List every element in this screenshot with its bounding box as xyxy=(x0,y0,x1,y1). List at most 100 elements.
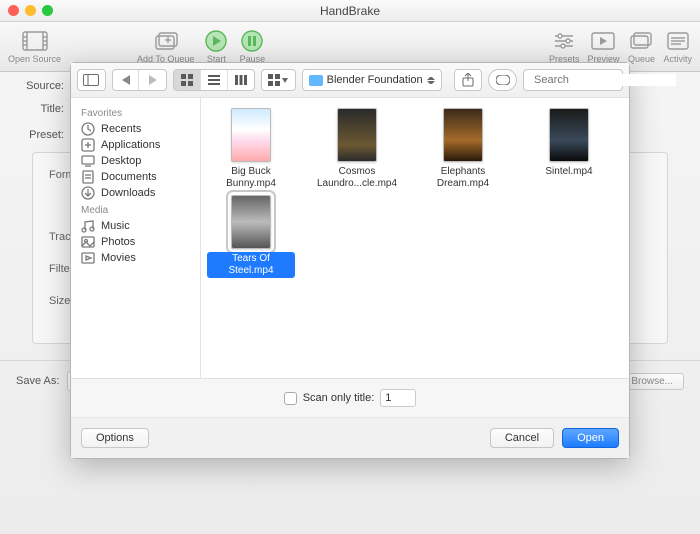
pause-button[interactable]: Pause xyxy=(238,30,266,64)
sidebar-item-label: Applications xyxy=(101,139,160,151)
group-button[interactable] xyxy=(262,70,294,90)
desktop-icon xyxy=(81,155,95,167)
file-thumbnail xyxy=(231,195,271,249)
start-button[interactable]: Start xyxy=(202,30,230,64)
photos-icon xyxy=(81,236,95,248)
window-title: HandBrake xyxy=(320,4,380,18)
sidebar-item-label: Photos xyxy=(101,236,135,248)
sidebar-item-label: Desktop xyxy=(101,155,141,167)
file-thumbnail xyxy=(443,108,483,162)
app-icon xyxy=(81,139,95,151)
file-item[interactable]: Big Buck Bunny.mp4 xyxy=(207,108,295,191)
search-field[interactable] xyxy=(523,69,623,91)
search-input[interactable] xyxy=(534,74,676,86)
title-label: Title: xyxy=(16,103,64,115)
sidebar-item-recents[interactable]: Recents xyxy=(81,121,200,137)
sidebar-item-downloads[interactable]: Downloads xyxy=(81,185,200,201)
file-item[interactable]: Sintel.mp4 xyxy=(525,108,613,191)
film-icon xyxy=(21,30,49,52)
sliders-icon xyxy=(550,30,578,52)
presets-button[interactable]: Presets xyxy=(549,30,580,64)
path-selector[interactable]: Blender Foundation xyxy=(302,69,442,91)
file-name: Cosmos Laundro...cle.mp4 xyxy=(313,165,401,191)
close-window-button[interactable] xyxy=(8,5,19,16)
add-to-queue-button[interactable]: Add To Queue xyxy=(137,30,194,64)
sidebar-item-label: Recents xyxy=(101,123,141,135)
preview-button[interactable]: Preview xyxy=(587,30,619,64)
dialog-buttons: Options Cancel Open xyxy=(71,417,629,458)
file-thumbnail xyxy=(337,108,377,162)
sidebar-item-movies[interactable]: Movies xyxy=(81,250,200,266)
sidebar-item-label: Music xyxy=(101,220,130,232)
movies-icon xyxy=(81,252,95,264)
open-source-label: Open Source xyxy=(8,54,61,64)
music-icon xyxy=(81,220,95,232)
open-source-button[interactable]: Open Source xyxy=(8,30,61,64)
file-item[interactable]: Cosmos Laundro...cle.mp4 xyxy=(313,108,401,191)
sidebar-item-music[interactable]: Music xyxy=(81,218,200,234)
sidebar: Favorites Recents Applications Desktop Docu… xyxy=(71,98,201,378)
open-button[interactable]: Open xyxy=(562,428,619,448)
dialog-toolbar: Blender Foundation xyxy=(71,63,629,98)
save-as-label: Save As: xyxy=(16,375,59,387)
nav-back-forward xyxy=(112,69,167,91)
file-name: Tears Of Steel.mp4 xyxy=(207,252,295,278)
file-grid: Big Buck Bunny.mp4 Cosmos Laundro...cle.m… xyxy=(201,98,629,378)
queue-button[interactable]: Queue xyxy=(627,30,655,64)
folder-icon xyxy=(309,75,323,86)
open-file-dialog: Blender Foundation Favorites Recents Appl… xyxy=(70,62,630,459)
list-view-button[interactable] xyxy=(201,70,228,90)
titlebar: HandBrake xyxy=(0,0,700,22)
view-mode-seg xyxy=(173,69,255,91)
sidebar-item-documents[interactable]: Documents xyxy=(81,169,200,185)
scan-only-checkbox[interactable] xyxy=(284,392,297,405)
dialog-body: Favorites Recents Applications Desktop Docu… xyxy=(71,98,629,378)
group-seg xyxy=(261,69,295,91)
pause-icon xyxy=(238,30,266,52)
sidebar-favorites-head: Favorites xyxy=(81,108,200,119)
activity-icon xyxy=(664,30,692,52)
dialog-options-row: Scan only title: xyxy=(71,378,629,417)
options-button[interactable]: Options xyxy=(81,428,149,448)
cancel-button[interactable]: Cancel xyxy=(490,428,554,448)
sidebar-media-head: Media xyxy=(81,205,200,216)
file-name: Elephants Dream.mp4 xyxy=(419,165,507,191)
file-name: Sintel.mp4 xyxy=(542,165,595,179)
sidebar-item-applications[interactable]: Applications xyxy=(81,137,200,153)
chevron-updown-icon xyxy=(427,74,435,87)
icon-view-button[interactable] xyxy=(174,70,201,90)
queue-add-icon xyxy=(152,30,180,52)
column-view-button[interactable] xyxy=(228,70,255,90)
file-name: Big Buck Bunny.mp4 xyxy=(207,165,295,191)
share-button[interactable] xyxy=(454,69,483,91)
doc-icon xyxy=(81,171,95,183)
clock-icon xyxy=(81,123,95,135)
file-item[interactable]: Tears Of Steel.mp4 xyxy=(207,195,295,278)
scan-only-input[interactable] xyxy=(380,389,416,407)
nav-forward-button[interactable] xyxy=(139,70,166,90)
queue-label: Queue xyxy=(628,54,655,64)
file-thumbnail xyxy=(549,108,589,162)
activity-label: Activity xyxy=(663,54,692,64)
download-icon xyxy=(81,187,95,199)
file-item[interactable]: Elephants Dream.mp4 xyxy=(419,108,507,191)
path-label: Blender Foundation xyxy=(327,74,423,86)
play-icon xyxy=(202,30,230,52)
sidebar-item-label: Movies xyxy=(101,252,136,264)
traffic-lights[interactable] xyxy=(8,5,53,16)
zoom-window-button[interactable] xyxy=(42,5,53,16)
sidebar-toggle-button[interactable] xyxy=(77,69,106,91)
sidebar-item-label: Downloads xyxy=(101,187,155,199)
sidebar-item-photos[interactable]: Photos xyxy=(81,234,200,250)
scan-only-label: Scan only title: xyxy=(303,392,375,404)
source-label: Source: xyxy=(16,80,64,92)
nav-back-button[interactable] xyxy=(113,70,140,90)
tags-button[interactable] xyxy=(488,69,517,91)
minimize-window-button[interactable] xyxy=(25,5,36,16)
activity-button[interactable]: Activity xyxy=(663,30,692,64)
preview-icon xyxy=(589,30,617,52)
sidebar-item-label: Documents xyxy=(101,171,157,183)
file-thumbnail xyxy=(231,108,271,162)
queue-icon xyxy=(627,30,655,52)
sidebar-item-desktop[interactable]: Desktop xyxy=(81,153,200,169)
